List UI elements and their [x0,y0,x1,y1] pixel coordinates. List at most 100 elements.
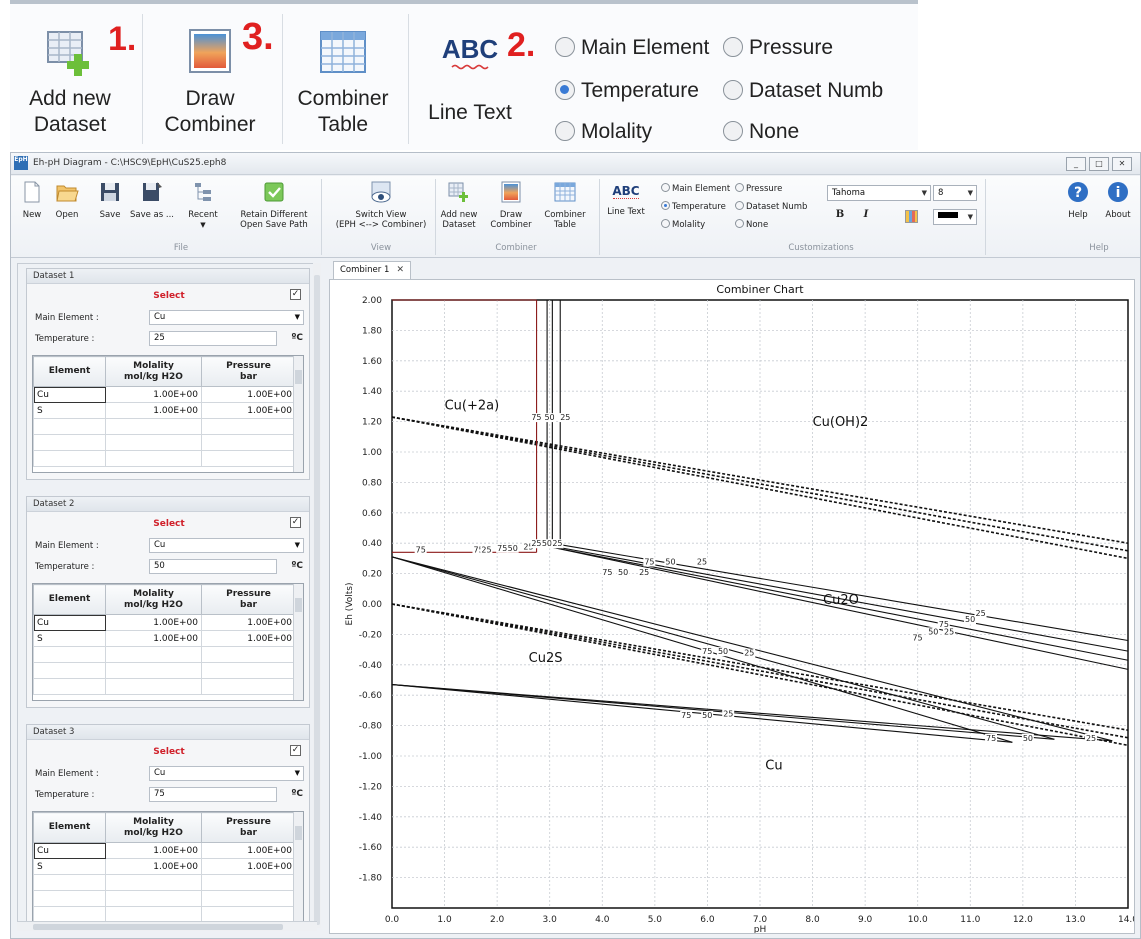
temperature-input[interactable]: 75 [149,787,277,802]
empty-cell[interactable] [201,890,296,907]
main-element-select[interactable]: Cu ▼ [149,538,304,553]
table-row[interactable]: S 1.00E+00 1.00E+00 [33,402,296,419]
column-header-molality[interactable]: Molality mol/kg H2O [105,584,202,615]
table-row[interactable]: Cu 1.00E+00 1.00E+00 [33,842,296,859]
empty-cell[interactable] [201,418,296,435]
close-button[interactable]: ✕ [1112,157,1132,171]
radio-dataset-number[interactable]: Dataset Numb [735,201,807,212]
table-row[interactable]: S 1.00E+00 1.00E+00 [33,858,296,875]
column-header-element[interactable]: Element [33,356,106,387]
help-button[interactable]: ? Help [1063,180,1093,220]
element-cell[interactable]: Cu [33,842,106,859]
add-new-dataset-button[interactable]: Add new Dataset [439,180,479,230]
element-cell[interactable]: Cu [33,386,106,403]
temperature-input[interactable]: 50 [149,559,277,574]
zoom-radio-molality[interactable]: Molality [555,120,730,144]
zoom-add-dataset-button[interactable]: Add new Dataset [20,24,120,138]
empty-cell[interactable] [105,874,202,891]
open-button[interactable]: Open [51,180,83,220]
table-row-empty[interactable] [33,678,296,695]
main-element-select[interactable]: Cu ▼ [149,766,304,781]
line-text-button[interactable]: ABC Line Text [605,185,647,217]
close-icon[interactable]: ✕ [396,262,404,279]
table-row-empty[interactable] [33,890,296,907]
element-cell[interactable]: Cu [33,614,106,631]
column-header-pressure[interactable]: Pressure bar [201,812,296,843]
element-cell[interactable]: S [33,858,106,875]
empty-cell[interactable] [33,450,106,467]
empty-cell[interactable] [201,646,296,663]
element-cell[interactable]: S [33,402,106,419]
table-row-empty[interactable] [33,418,296,435]
table-vertical-scrollbar[interactable] [293,584,303,700]
save-as-button[interactable]: Save as ... [127,180,177,220]
font-name-select[interactable]: Tahoma ▼ [827,185,931,201]
empty-cell[interactable] [201,450,296,467]
color-palette-icon[interactable] [905,210,918,223]
radio-main-element[interactable]: Main Element [661,183,737,194]
retain-open-save-path-button[interactable]: Retain Different Open Save Path [237,180,311,230]
column-header-molality[interactable]: Molality mol/kg H2O [105,812,202,843]
pressure-cell[interactable]: 1.00E+00 [201,386,296,403]
table-row-empty[interactable] [33,874,296,891]
radio-molality[interactable]: Molality [661,219,737,230]
empty-cell[interactable] [201,434,296,451]
table-row[interactable]: S 1.00E+00 1.00E+00 [33,630,296,647]
zoom-combiner-table-button[interactable]: Combiner Table [288,24,398,138]
table-row-empty[interactable] [33,450,296,467]
molality-cell[interactable]: 1.00E+00 [105,402,202,419]
table-row-empty[interactable] [33,646,296,663]
scrollbar-thumb[interactable] [295,598,302,612]
select-checkbox[interactable]: ✓ [290,745,301,756]
select-checkbox[interactable]: ✓ [290,517,301,528]
empty-cell[interactable] [105,662,202,679]
empty-cell[interactable] [105,646,202,663]
empty-cell[interactable] [33,662,106,679]
font-size-select[interactable]: 8 ▼ [933,185,977,201]
empty-cell[interactable] [105,418,202,435]
combiner-chart[interactable]: 0.0 1.0 2.0 3.0 4.0 5.0 6.0 7.0 8.0 9.0 10.0 11.0 12… [330,280,1134,933]
minimize-button[interactable]: _ [1066,157,1086,171]
line-color-select[interactable]: ▼ [933,209,977,225]
zoom-radio-pressure[interactable]: Pressure [723,36,863,60]
radio-pressure[interactable]: Pressure [735,183,805,194]
about-button[interactable]: i About [1101,180,1135,220]
molality-cell[interactable]: 1.00E+00 [105,614,202,631]
empty-cell[interactable] [105,678,202,695]
empty-cell[interactable] [201,662,296,679]
table-row[interactable]: Cu 1.00E+00 1.00E+00 [33,614,296,631]
bold-button[interactable]: B [833,210,847,220]
column-header-molality[interactable]: Molality mol/kg H2O [105,356,202,387]
empty-cell[interactable] [33,890,106,907]
scrollbar-thumb[interactable] [314,275,320,925]
zoom-radio-dataset-number[interactable]: Dataset Numb [723,79,918,103]
zoom-radio-none[interactable]: None [723,120,863,144]
pressure-cell[interactable]: 1.00E+00 [201,402,296,419]
element-cell[interactable]: S [33,630,106,647]
molality-cell[interactable]: 1.00E+00 [105,842,202,859]
empty-cell[interactable] [33,678,106,695]
empty-cell[interactable] [33,418,106,435]
column-header-element[interactable]: Element [33,584,106,615]
radio-temperature[interactable]: Temperature [661,201,737,212]
save-button[interactable]: Save [97,180,123,220]
column-header-pressure[interactable]: Pressure bar [201,584,296,615]
main-element-select[interactable]: Cu ▼ [149,310,304,325]
table-row[interactable]: Cu 1.00E+00 1.00E+00 [33,386,296,403]
column-header-element[interactable]: Element [33,812,106,843]
combiner-table-button[interactable]: Combiner Table [543,180,587,230]
switch-view-button[interactable]: Switch View (EPH <--> Combiner) [331,180,431,230]
empty-cell[interactable] [33,874,106,891]
column-header-pressure[interactable]: Pressure bar [201,356,296,387]
zoom-radio-temperature[interactable]: Temperature [555,79,730,103]
recent-button[interactable]: Recent ▼ [183,180,223,230]
empty-cell[interactable] [105,450,202,467]
empty-cell[interactable] [33,434,106,451]
empty-cell[interactable] [105,434,202,451]
table-row-empty[interactable] [33,662,296,679]
draw-combiner-button[interactable]: Draw Combiner [489,180,533,230]
new-button[interactable]: New [19,180,45,220]
table-row-empty[interactable] [33,434,296,451]
pressure-cell[interactable]: 1.00E+00 [201,858,296,875]
empty-cell[interactable] [33,646,106,663]
